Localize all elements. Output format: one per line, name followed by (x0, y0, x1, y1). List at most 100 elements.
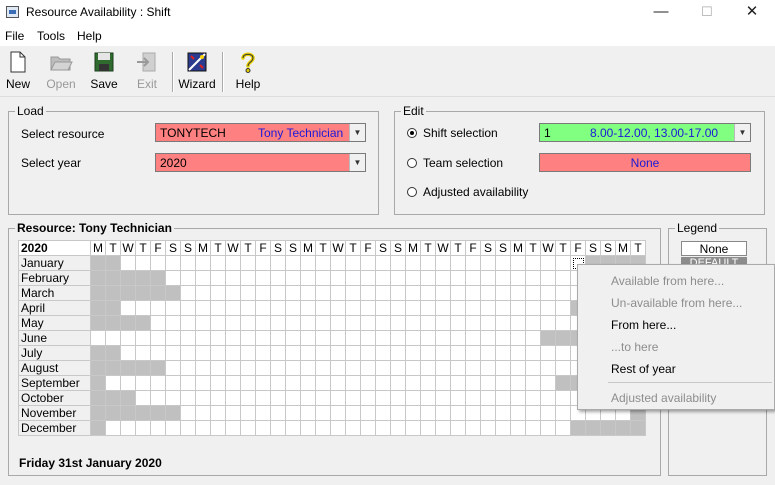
day-cell[interactable] (510, 390, 526, 406)
day-cell[interactable] (420, 390, 436, 406)
day-cell[interactable] (405, 315, 421, 331)
day-cell[interactable] (255, 360, 271, 376)
day-cell[interactable] (360, 420, 376, 436)
day-cell[interactable] (450, 285, 466, 301)
day-cell[interactable] (375, 345, 391, 361)
day-cell[interactable] (375, 330, 391, 346)
day-cell[interactable] (210, 420, 226, 436)
day-cell[interactable] (195, 285, 211, 301)
day-cell[interactable] (120, 330, 136, 346)
menu-help[interactable]: Help (77, 29, 102, 43)
day-cell[interactable] (315, 330, 331, 346)
maximize-button[interactable]: ☐ (684, 0, 730, 26)
day-cell[interactable] (270, 420, 286, 436)
day-cell[interactable] (285, 420, 301, 436)
day-cell[interactable] (375, 315, 391, 331)
day-cell[interactable] (390, 420, 406, 436)
day-cell[interactable] (330, 285, 346, 301)
day-cell[interactable] (225, 315, 241, 331)
day-cell[interactable] (315, 390, 331, 406)
day-cell[interactable] (375, 420, 391, 436)
day-cell[interactable] (270, 360, 286, 376)
day-cell[interactable] (330, 300, 346, 316)
day-cell[interactable] (195, 300, 211, 316)
day-cell[interactable] (435, 360, 451, 376)
day-cell[interactable] (435, 270, 451, 286)
day-cell[interactable] (390, 405, 406, 421)
ctx-available-from-here[interactable]: Available from here... (611, 274, 724, 288)
day-cell[interactable] (345, 285, 361, 301)
day-cell[interactable] (180, 420, 196, 436)
day-cell[interactable] (360, 315, 376, 331)
day-cell[interactable] (390, 315, 406, 331)
day-cell[interactable] (360, 330, 376, 346)
day-cell[interactable] (315, 405, 331, 421)
day-cell[interactable] (555, 315, 571, 331)
day-cell[interactable] (270, 345, 286, 361)
day-cell[interactable] (405, 360, 421, 376)
day-cell[interactable] (525, 285, 541, 301)
day-cell[interactable] (375, 255, 391, 271)
day-cell[interactable] (315, 285, 331, 301)
day-cell[interactable] (480, 390, 496, 406)
day-cell[interactable] (465, 345, 481, 361)
day-cell[interactable] (180, 285, 196, 301)
day-cell[interactable] (510, 375, 526, 391)
day-cell[interactable] (210, 300, 226, 316)
day-cell[interactable] (165, 360, 181, 376)
day-cell[interactable] (165, 270, 181, 286)
day-cell[interactable] (540, 255, 556, 271)
day-cell[interactable] (465, 375, 481, 391)
ctx-unavailable-from-here[interactable]: Un-available from here... (611, 296, 742, 310)
day-cell[interactable] (330, 315, 346, 331)
day-cell[interactable] (345, 405, 361, 421)
day-cell[interactable] (480, 345, 496, 361)
day-cell[interactable] (420, 375, 436, 391)
day-cell[interactable] (465, 360, 481, 376)
exit-button[interactable]: Exit (127, 50, 167, 91)
day-cell[interactable] (540, 285, 556, 301)
year-dropdown[interactable]: 2020 ▼ (155, 153, 366, 172)
day-cell[interactable] (435, 285, 451, 301)
day-cell[interactable] (300, 375, 316, 391)
day-cell[interactable] (525, 330, 541, 346)
day-cell[interactable] (405, 405, 421, 421)
day-cell[interactable] (165, 420, 181, 436)
day-cell[interactable] (390, 300, 406, 316)
day-cell[interactable] (375, 390, 391, 406)
day-cell[interactable] (120, 345, 136, 361)
day-cell[interactable] (165, 300, 181, 316)
wizard-button[interactable]: Wizard (177, 50, 217, 91)
day-cell[interactable] (300, 405, 316, 421)
day-cell[interactable] (540, 345, 556, 361)
day-cell[interactable] (435, 255, 451, 271)
day-cell[interactable] (510, 360, 526, 376)
day-cell[interactable] (480, 420, 496, 436)
day-cell[interactable] (540, 390, 556, 406)
day-cell[interactable] (495, 390, 511, 406)
day-cell[interactable] (270, 285, 286, 301)
day-cell[interactable] (405, 390, 421, 406)
day-cell[interactable] (540, 360, 556, 376)
day-cell[interactable] (135, 390, 151, 406)
day-cell[interactable] (390, 360, 406, 376)
day-cell[interactable] (285, 345, 301, 361)
day-cell[interactable] (540, 375, 556, 391)
day-cell[interactable] (315, 375, 331, 391)
day-cell[interactable] (465, 390, 481, 406)
day-cell[interactable] (390, 330, 406, 346)
day-cell[interactable] (480, 300, 496, 316)
day-cell[interactable] (540, 315, 556, 331)
day-cell[interactable] (285, 300, 301, 316)
day-cell[interactable] (285, 375, 301, 391)
day-cell[interactable] (555, 360, 571, 376)
day-cell[interactable] (300, 345, 316, 361)
day-cell[interactable] (135, 300, 151, 316)
open-button[interactable]: Open (41, 50, 81, 91)
day-cell[interactable] (285, 285, 301, 301)
day-cell[interactable] (480, 285, 496, 301)
new-button[interactable]: New (0, 50, 38, 91)
day-cell[interactable] (195, 420, 211, 436)
day-cell[interactable] (300, 390, 316, 406)
day-cell[interactable] (420, 330, 436, 346)
